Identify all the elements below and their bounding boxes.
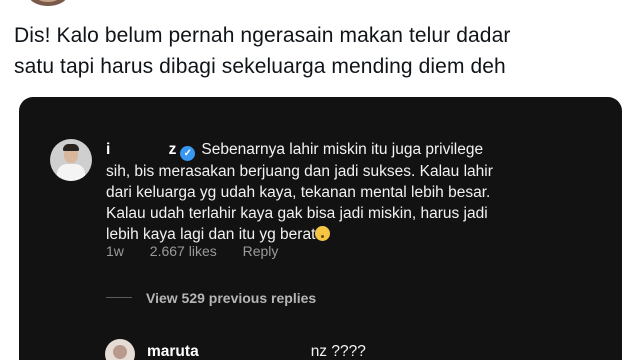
comment-line-2: sih, bis merasakan berjuang dan jadi suk… xyxy=(106,163,493,180)
crying-face-icon xyxy=(315,226,331,241)
tweet-author-avatar[interactable] xyxy=(28,0,68,6)
comment-meta: 1w 2.667 likes Reply xyxy=(106,243,300,259)
comment-likes[interactable]: 2.667 likes xyxy=(150,243,217,259)
comment-age: 1w xyxy=(106,243,124,259)
reply-username[interactable]: maruta xyxy=(147,343,199,360)
commenter-avatar[interactable] xyxy=(50,139,92,181)
reply-avatar[interactable] xyxy=(105,339,135,360)
reply-button[interactable]: Reply xyxy=(243,243,279,259)
tweet-text: Dis! Kalo belum pernah ngerasain makan t… xyxy=(14,20,614,82)
reply-text: maruta nz ???? xyxy=(147,343,366,360)
comment-line-5: lebih kaya lagi dan itu yg berat xyxy=(106,224,606,245)
comment-line-1: i z ✓ Sebenarnya lahir miskin itu juga pri… xyxy=(106,141,484,161)
reply-content: nz ???? xyxy=(310,343,366,360)
comment-line-3: dari keluarga yg udah kaya, tekanan ment… xyxy=(106,184,491,201)
embedded-screenshot[interactable]: i z ✓ Sebenarnya lahir miskin itu juga pri… xyxy=(19,97,622,360)
username-redaction xyxy=(114,143,169,156)
thread-divider xyxy=(106,297,132,298)
view-previous-replies-button[interactable]: View 529 previous replies xyxy=(146,290,316,306)
tweet-text-line-2: satu tapi harus dibagi sekeluarga mendin… xyxy=(14,55,506,78)
comment-line-4: Kalau udah terlahir kaya gak bisa jadi m… xyxy=(106,205,488,222)
reply-redaction xyxy=(198,344,311,359)
comment-body: i z ✓ Sebenarnya lahir miskin itu juga pri… xyxy=(106,139,606,245)
tweet-text-line-1: Dis! Kalo belum pernah ngerasain makan t… xyxy=(14,24,511,47)
commenter-username[interactable]: i z xyxy=(106,141,176,158)
verified-badge-icon: ✓ xyxy=(180,146,196,161)
